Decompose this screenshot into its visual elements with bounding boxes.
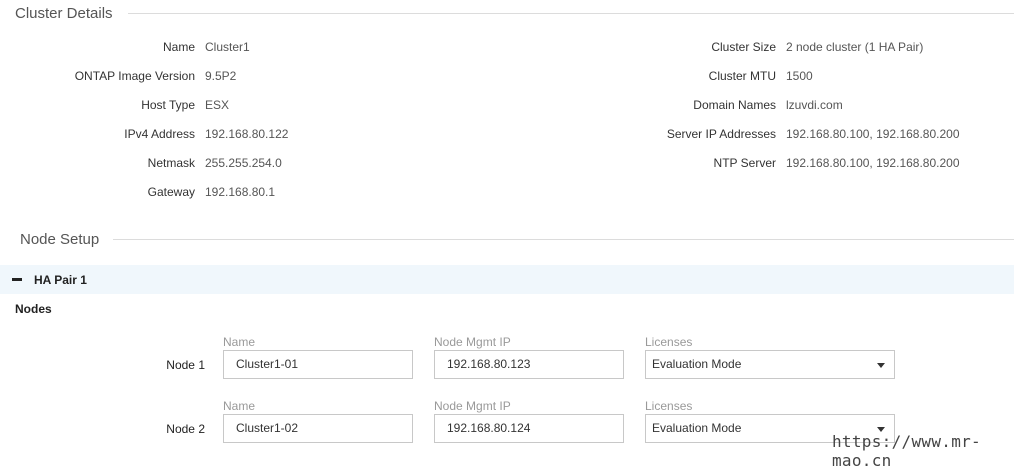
node-setup-divider <box>113 239 1014 240</box>
detail-value-server-ips: 192.168.80.100, 192.168.80.200 <box>786 127 960 141</box>
ha-pair-title: HA Pair 1 <box>34 272 87 287</box>
node-1-license-value: Evaluation Mode <box>652 357 742 371</box>
column-label-name: Name <box>223 335 256 349</box>
node-setup-header: Node Setup <box>0 229 1014 249</box>
node-2-license-value: Evaluation Mode <box>652 421 742 435</box>
detail-label-netmask: Netmask <box>147 156 195 170</box>
detail-label-server-ips: Server IP Addresses <box>666 127 776 141</box>
detail-value-gateway: 192.168.80.1 <box>205 185 276 199</box>
column-label-mgmt-ip: Node Mgmt IP <box>434 335 511 349</box>
detail-value-cluster-mtu: 1500 <box>786 69 813 83</box>
detail-value-ntp-server: 192.168.80.100, 192.168.80.200 <box>786 156 960 170</box>
node-setup-title: Node Setup <box>20 230 100 248</box>
node-2-label: Node 2 <box>166 422 205 436</box>
cluster-details-divider <box>128 13 1014 14</box>
minus-icon[interactable] <box>12 278 22 281</box>
detail-label-name: Name <box>162 40 195 54</box>
node-1-label: Node 1 <box>166 358 205 372</box>
detail-label-gateway: Gateway <box>147 185 195 199</box>
nodes-heading: Nodes <box>15 302 52 316</box>
detail-label-ontap-version: ONTAP Image Version <box>74 69 195 83</box>
detail-label-ntp-server: NTP Server <box>713 156 776 170</box>
column-label-name: Name <box>223 399 256 413</box>
watermark: https://www.mr-mao.cn <box>832 432 981 470</box>
detail-value-domain-names: lzuvdi.com <box>786 98 843 112</box>
column-label-mgmt-ip: Node Mgmt IP <box>434 399 511 413</box>
node-2-name-input[interactable]: Cluster1-02 <box>223 414 413 443</box>
detail-value-name: Cluster1 <box>205 40 250 54</box>
node-1-name-input[interactable]: Cluster1-01 <box>223 350 413 379</box>
cluster-details-header: Cluster Details <box>0 3 1014 23</box>
detail-value-cluster-size: 2 node cluster (1 HA Pair) <box>786 40 924 54</box>
column-label-licenses: Licenses <box>645 399 693 413</box>
ha-pair-toggle[interactable]: HA Pair 1 <box>0 265 1014 294</box>
detail-value-ipv4: 192.168.80.122 <box>205 127 289 141</box>
node-1-mgmt-ip-input[interactable]: 192.168.80.123 <box>434 350 624 379</box>
detail-value-netmask: 255.255.254.0 <box>205 156 282 170</box>
detail-label-host-type: Host Type <box>141 98 195 112</box>
column-label-licenses: Licenses <box>645 335 693 349</box>
detail-label-cluster-size: Cluster Size <box>711 40 776 54</box>
detail-label-ipv4: IPv4 Address <box>124 127 195 141</box>
cluster-details-title: Cluster Details <box>15 4 113 22</box>
caret-down-icon <box>877 363 885 368</box>
detail-label-domain-names: Domain Names <box>693 98 776 112</box>
detail-value-host-type: ESX <box>205 98 230 112</box>
node-1-license-select[interactable]: Evaluation Mode <box>645 350 895 379</box>
detail-value-ontap-version: 9.5P2 <box>205 69 237 83</box>
detail-label-cluster-mtu: Cluster MTU <box>708 69 776 83</box>
node-2-mgmt-ip-input[interactable]: 192.168.80.124 <box>434 414 624 443</box>
